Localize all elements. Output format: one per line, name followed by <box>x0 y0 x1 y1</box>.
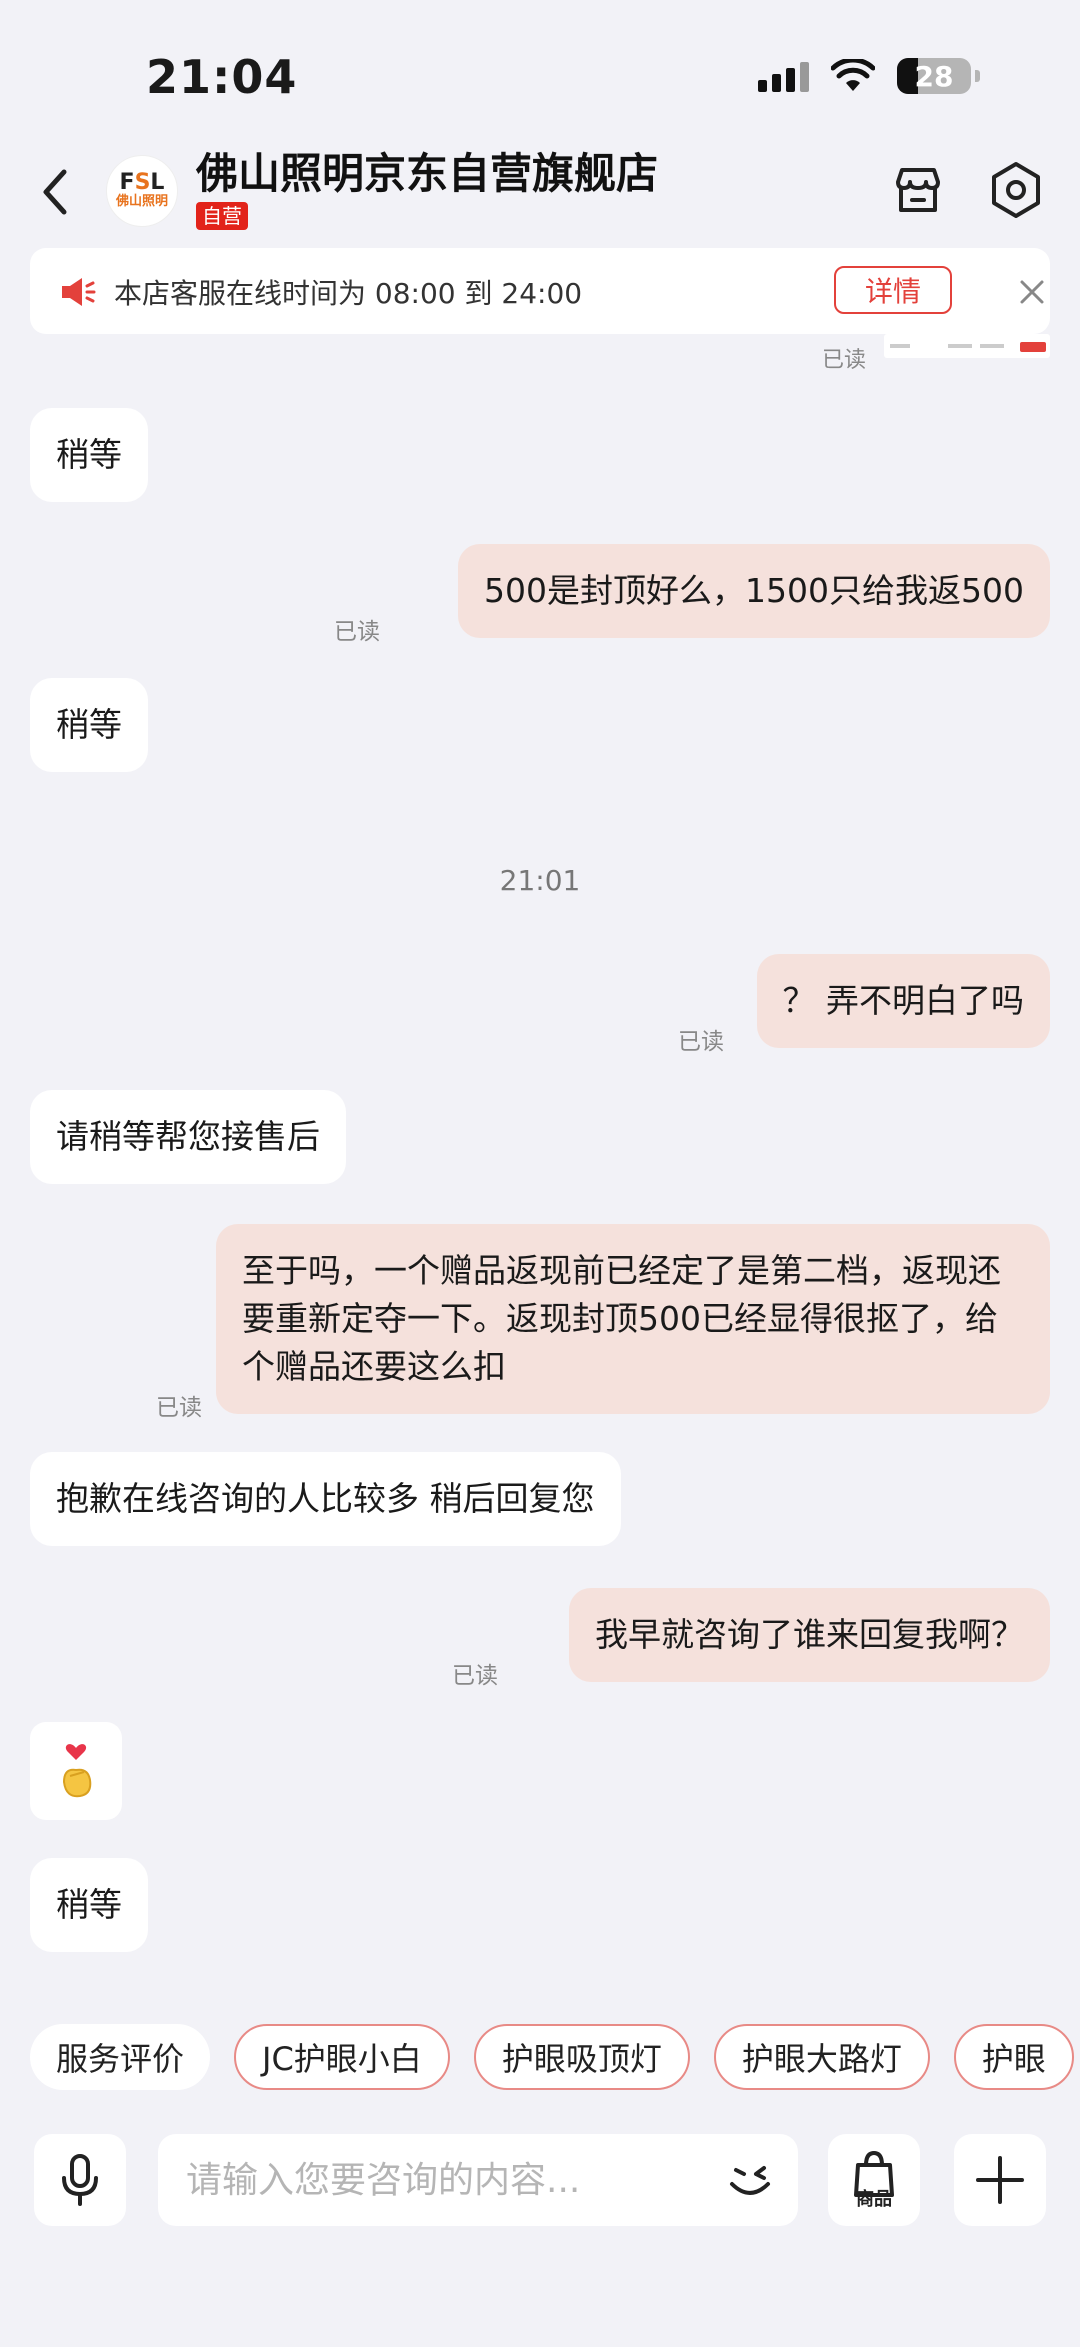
settings-icon[interactable] <box>988 160 1044 220</box>
self-operated-badge: 自营 <box>196 202 248 230</box>
quick-reply-chip[interactable]: 护眼 <box>953 2024 1074 2090</box>
quick-reply-chip[interactable]: JC护眼小白 <box>234 2024 450 2090</box>
wifi-icon <box>831 59 875 91</box>
chat-header: FSL 佛山照明 佛山照明京东自营旗舰店 自营 <box>0 140 1080 245</box>
battery-icon: 28 <box>897 58 971 94</box>
outgoing-message[interactable]: 至于吗，一个赠品返现前已经定了是第二档，返现还要重新定夺一下。返现封顶500已经… <box>216 1224 1050 1414</box>
product-label: 商品 <box>856 2189 892 2210</box>
incoming-message[interactable]: 稍等 <box>30 1858 148 1952</box>
incoming-message[interactable]: 稍等 <box>30 678 148 772</box>
back-icon[interactable] <box>30 162 80 222</box>
time-separator: 21:01 <box>499 864 581 897</box>
microphone-icon <box>62 2154 98 2206</box>
quick-reply-chip[interactable]: 护眼吸顶灯 <box>473 2024 690 2090</box>
quick-reply-service-rating[interactable]: 服务评价 <box>30 2024 211 2090</box>
speaker-icon <box>62 278 96 306</box>
store-icon[interactable] <box>890 162 946 218</box>
shop-logo[interactable]: FSL 佛山照明 <box>106 155 178 227</box>
status-bar: 21:04 28 <box>0 0 1080 150</box>
sticker-message[interactable] <box>30 1722 122 1820</box>
quick-reply-bar: 服务评价 JC护眼小白 护眼吸顶灯 护眼大路灯 护眼 <box>30 2024 1080 2092</box>
quick-reply-chip[interactable]: 护眼大路灯 <box>713 2024 930 2090</box>
incoming-message[interactable]: 抱歉在线咨询的人比较多 稍后回复您 <box>30 1452 621 1546</box>
finger-heart-icon <box>62 1744 92 1798</box>
close-icon[interactable] <box>1012 272 1052 312</box>
service-hours-notice: 本店客服在线时间为 08:00 到 24:00 详情 <box>30 248 1050 334</box>
input-bar: 商品 <box>0 2130 1080 2230</box>
outgoing-message[interactable]: 我早就咨询了谁来回复我啊？ <box>569 1588 1050 1682</box>
shared-screenshot-thumbnail[interactable] <box>884 334 1050 358</box>
read-receipt: 已读 <box>678 1029 724 1055</box>
read-receipt: 已读 <box>156 1395 202 1421</box>
incoming-message[interactable]: 请稍等帮您接售后 <box>30 1090 346 1184</box>
shop-title[interactable]: 佛山照明京东自营旗舰店 <box>196 140 658 201</box>
plus-icon <box>976 2156 1024 2204</box>
read-receipt: 已读 <box>822 348 867 373</box>
cellular-signal-icon <box>758 60 809 92</box>
status-time: 21:04 <box>146 50 298 104</box>
more-button[interactable] <box>954 2134 1046 2226</box>
read-receipt: 已读 <box>452 1663 498 1689</box>
status-icons: 28 <box>758 58 980 94</box>
notice-detail-button[interactable]: 详情 <box>834 266 952 314</box>
incoming-message[interactable]: 稍等 <box>30 408 148 502</box>
read-receipt: 已读 <box>334 619 380 645</box>
outgoing-message[interactable]: ？ 弄不明白了吗 <box>756 954 1050 1048</box>
voice-input-button[interactable] <box>34 2134 126 2226</box>
product-button[interactable]: 商品 <box>828 2134 920 2226</box>
outgoing-message[interactable]: 500是封顶好么，1500只给我返500 <box>458 544 1050 638</box>
emoji-icon[interactable] <box>722 2154 778 2210</box>
battery-level: 28 <box>914 59 954 93</box>
message-input[interactable] <box>158 2134 798 2226</box>
notice-text: 本店客服在线时间为 08:00 到 24:00 <box>114 277 583 310</box>
